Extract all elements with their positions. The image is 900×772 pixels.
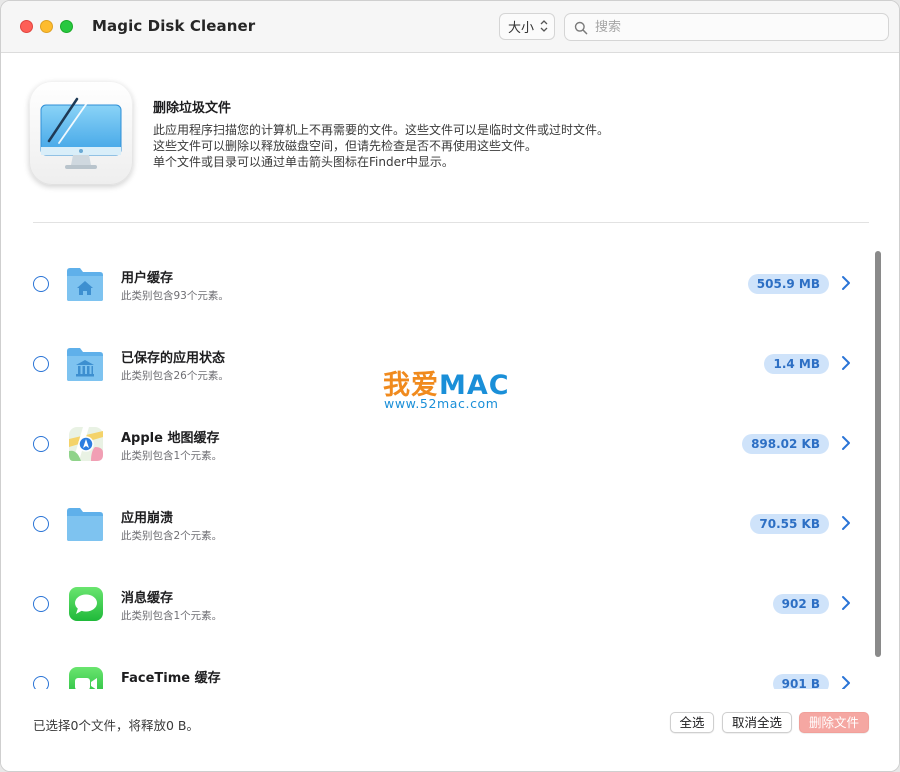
size-badge: 70.55 KB [750,514,829,534]
category-list: 用户缓存 此类别包含93个元素。 505.9 MB 已保存的应用状态 此类别包含… [1,243,883,689]
reveal-in-finder-chevron-icon[interactable] [841,355,851,371]
select-radio[interactable] [33,436,49,452]
footer-bar: 已选择0个文件，将释放0 B。 全选 取消全选 删除文件 [1,689,899,771]
select-radio[interactable] [33,356,49,372]
description-line: 此应用程序扫描您的计算机上不再需要的文件。这些文件可以是临时文件或过时文件。 [153,123,610,137]
size-badge: 505.9 MB [747,274,829,294]
category-row-messages-cache[interactable]: 消息缓存 此类别包含1个元素。 902 B [1,563,871,643]
select-radio[interactable] [33,516,49,532]
page-description: 此应用程序扫描您的计算机上不再需要的文件。这些文件可以是临时文件或过时文件。 这… [153,122,609,170]
app-icon [29,81,133,185]
category-count: 此类别包含1个元素。 [121,610,223,622]
select-radio[interactable] [33,276,49,292]
selection-status: 已选择0个文件，将释放0 B。 [33,718,199,733]
description-line: 单个文件或目录可以通过单击箭头图标在Finder中显示。 [153,155,454,169]
page-title: 删除垃圾文件 [153,101,232,116]
scrollbar-thumb[interactable] [875,251,881,657]
select-radio[interactable] [33,596,49,612]
deselect-all-button[interactable]: 取消全选 [722,712,792,733]
up-down-chevron-icon [540,19,548,35]
search-field[interactable] [564,13,889,41]
app-window: Magic Disk Cleaner 大小 搜索 删除垃圾文件 此应用程序扫描您… [0,0,900,772]
category-name: 用户缓存 [121,271,174,286]
select-radio[interactable] [33,676,49,689]
home-folder-icon [65,265,105,303]
watermark-url: www.52mac.com [384,396,499,411]
category-name: Apple 地图缓存 [121,431,220,446]
zoom-window-button[interactable] [60,20,73,33]
category-name: 已保存的应用状态 [121,351,226,366]
folder-icon [65,505,105,543]
category-count: 此类别包含93个元素。 [121,290,229,302]
reveal-in-finder-chevron-icon[interactable] [841,435,851,451]
search-input[interactable] [595,18,875,36]
header-divider [33,222,869,223]
category-row-facetime-cache[interactable]: FaceTime 缓存 901 B [1,643,871,689]
minimize-window-button[interactable] [40,20,53,33]
sort-select-label: 大小 [508,21,535,36]
sort-select[interactable]: 大小 [499,13,555,40]
category-count: 此类别包含26个元素。 [121,370,229,382]
category-name: 消息缓存 [121,591,174,606]
window-title: Magic Disk Cleaner [92,17,256,35]
facetime-app-icon [65,665,105,689]
category-row-app-crashes[interactable]: 应用崩溃 此类别包含2个元素。 70.55 KB [1,483,871,563]
category-count: 此类别包含1个元素。 [121,450,223,462]
list-scrollbar[interactable] [871,245,885,689]
category-count: 此类别包含2个元素。 [121,530,223,542]
category-row-apple-maps-cache[interactable]: Apple 地图缓存 此类别包含1个元素。 898.02 KB [1,403,871,483]
title-bar: Magic Disk Cleaner 大小 [1,1,899,53]
reveal-in-finder-chevron-icon[interactable] [841,675,851,689]
size-badge: 901 B [772,674,829,689]
select-all-button[interactable]: 全选 [670,712,714,733]
category-row-user-cache[interactable]: 用户缓存 此类别包含93个元素。 505.9 MB [1,243,871,323]
close-window-button[interactable] [20,20,33,33]
library-folder-icon [65,345,105,383]
description-line: 这些文件可以删除以释放磁盘空间，但请先检查是否不再使用这些文件。 [153,139,538,153]
category-name: 应用崩溃 [121,511,174,526]
size-badge: 902 B [772,594,829,614]
search-icon [574,20,588,39]
size-badge: 898.02 KB [742,434,829,454]
messages-app-icon [65,585,105,623]
reveal-in-finder-chevron-icon[interactable] [841,515,851,531]
size-badge: 1.4 MB [764,354,829,374]
delete-files-button[interactable]: 删除文件 [799,712,869,733]
reveal-in-finder-chevron-icon[interactable] [841,595,851,611]
reveal-in-finder-chevron-icon[interactable] [841,275,851,291]
maps-app-icon [65,425,105,463]
category-name: FaceTime 缓存 [121,671,221,686]
